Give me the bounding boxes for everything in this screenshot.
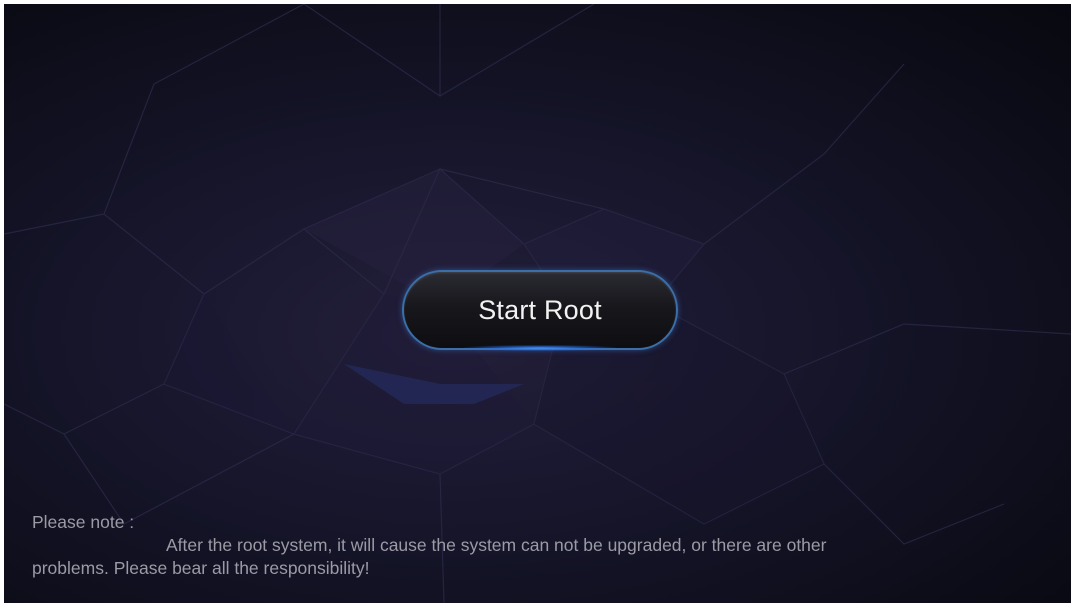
app-screen: Start Root Please note : After the root … (4, 4, 1071, 603)
start-root-button[interactable]: Start Root (402, 270, 678, 351)
disclaimer-note: Please note : After the root system, it … (32, 511, 1052, 580)
start-root-label: Start Root (478, 294, 602, 325)
note-line-1: After the root system, it will cause the… (166, 535, 827, 555)
note-line-2: problems. Please bear all the responsibi… (32, 558, 370, 578)
note-heading: Please note : (32, 512, 135, 532)
button-glow (464, 345, 616, 351)
